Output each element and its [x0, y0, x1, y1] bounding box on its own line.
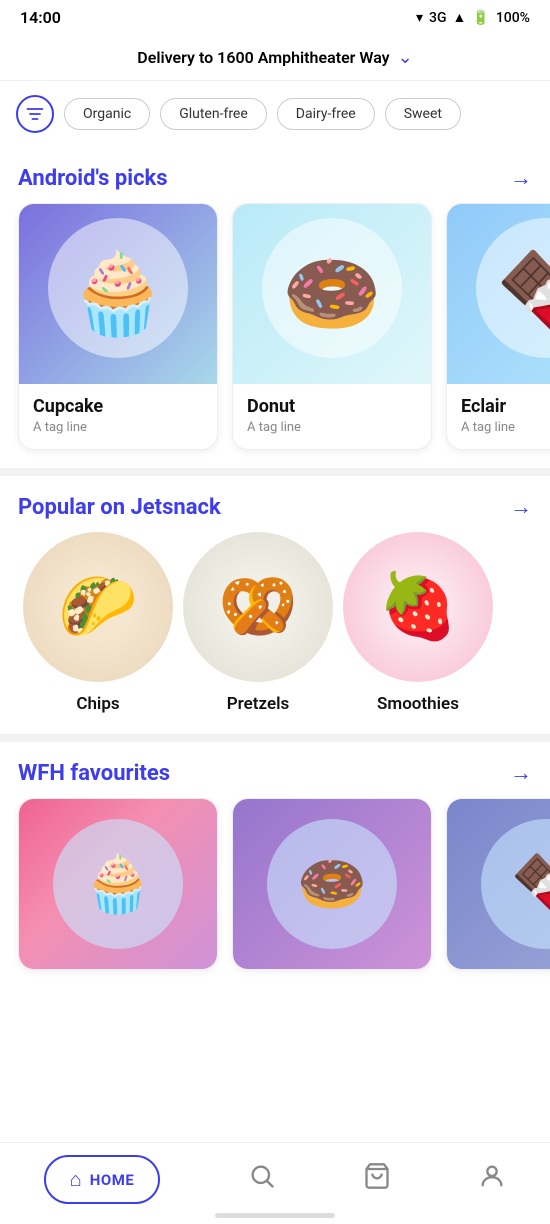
pick-card-donut-tagline: A tag line: [247, 420, 417, 435]
delivery-address: Delivery to 1600 Amphitheater Way: [137, 48, 389, 67]
chips-emoji: 🌮: [58, 575, 138, 639]
bottom-nav: ⌂ HOME: [0, 1142, 550, 1224]
filter-chip-gluten-free[interactable]: Gluten-free: [160, 98, 267, 130]
filter-chip-sweet[interactable]: Sweet: [385, 98, 461, 130]
status-bar: 14:00 ▾ 3G ▲ 🔋 100%: [0, 0, 550, 35]
filter-icon-button[interactable]: [16, 95, 54, 133]
wfh-header: WFH favourites →: [0, 742, 550, 798]
wfh-card-cupcake[interactable]: 🧁: [18, 798, 218, 970]
network-label: 3G: [429, 10, 447, 26]
popular-section: Popular on Jetsnack → 🌮 Chips 🥨 Pretzels…: [0, 476, 550, 734]
wifi-icon: ▾: [416, 10, 423, 26]
wfh-eclair-emoji: 🍫: [447, 799, 550, 969]
chevron-down-icon[interactable]: ⌄: [398, 47, 413, 68]
pick-card-eclair-tagline: A tag line: [461, 420, 550, 435]
wfh-section: WFH favourites → 🧁 🍩 🍫: [0, 742, 550, 988]
pick-card-eclair-name: Eclair: [461, 396, 550, 417]
popular-item-pretzels[interactable]: 🥨 Pretzels: [178, 532, 338, 714]
wfh-card-donut-img: 🍩: [233, 799, 431, 969]
profile-icon[interactable]: [478, 1162, 506, 1197]
popular-title: Popular on Jetsnack: [18, 495, 221, 520]
popular-items: 🌮 Chips 🥨 Pretzels 🍓 Smoothies: [0, 532, 550, 734]
pick-card-donut-img: 🍩: [233, 204, 431, 384]
wfh-arrow[interactable]: →: [510, 760, 532, 786]
wfh-card-eclair[interactable]: 🍫: [446, 798, 550, 970]
popular-arrow[interactable]: →: [510, 494, 532, 520]
filter-chip-dairy-free[interactable]: Dairy-free: [277, 98, 375, 130]
wfh-donut-emoji: 🍩: [233, 799, 431, 969]
androids-picks-title: Android's picks: [18, 166, 168, 191]
pick-card-cupcake-name: Cupcake: [33, 396, 203, 417]
pick-card-cupcake-img: 🧁: [19, 204, 217, 384]
popular-circle-smoothies: 🍓: [343, 532, 493, 682]
pick-card-donut[interactable]: 🍩 Donut A tag line: [232, 203, 432, 450]
popular-label-chips: Chips: [76, 694, 119, 714]
pick-card-cupcake[interactable]: 🧁 Cupcake A tag line: [18, 203, 218, 450]
delivery-header[interactable]: Delivery to 1600 Amphitheater Way ⌄: [0, 35, 550, 81]
search-icon[interactable]: [248, 1162, 276, 1197]
home-icon: ⌂: [70, 1167, 82, 1192]
signal-icon: ▲: [453, 9, 467, 26]
popular-label-smoothies: Smoothies: [377, 694, 459, 714]
wfh-card-cupcake-img: 🧁: [19, 799, 217, 969]
battery-icon: 🔋: [472, 10, 489, 26]
filter-chip-organic[interactable]: Organic: [64, 98, 150, 130]
section-divider-1: [0, 468, 550, 476]
popular-label-pretzels: Pretzels: [227, 694, 290, 714]
pick-card-cupcake-tagline: A tag line: [33, 420, 203, 435]
popular-circle-chips: 🌮: [23, 532, 173, 682]
wfh-title: WFH favourites: [18, 761, 170, 786]
picks-scroll: 🧁 Cupcake A tag line 🍩 Donut A tag line …: [0, 203, 550, 468]
pretzels-emoji: 🥨: [218, 575, 298, 639]
status-time: 14:00: [20, 8, 61, 27]
popular-circle-pretzels: 🥨: [183, 532, 333, 682]
wfh-cupcake-emoji: 🧁: [19, 799, 217, 969]
home-button[interactable]: ⌂ HOME: [44, 1155, 161, 1204]
filter-icon: [25, 104, 45, 124]
cart-icon[interactable]: [363, 1162, 391, 1197]
home-indicator: [215, 1213, 335, 1218]
popular-item-smoothies[interactable]: 🍓 Smoothies: [338, 532, 498, 714]
pick-card-eclair[interactable]: 🍫 Eclair A tag line: [446, 203, 550, 450]
smoothies-emoji: 🍓: [378, 575, 458, 639]
status-icons: ▾ 3G ▲ 🔋 100%: [416, 9, 530, 26]
popular-item-chips[interactable]: 🌮 Chips: [18, 532, 178, 714]
pick-card-donut-name: Donut: [247, 396, 417, 417]
wfh-card-eclair-img: 🍫: [447, 799, 550, 969]
section-divider-2: [0, 734, 550, 742]
wfh-card-donut[interactable]: 🍩: [232, 798, 432, 970]
wfh-scroll: 🧁 🍩 🍫: [0, 798, 550, 988]
battery-label: 100%: [496, 10, 530, 26]
popular-header: Popular on Jetsnack →: [0, 476, 550, 532]
filter-row: Organic Gluten-free Dairy-free Sweet: [0, 81, 550, 147]
home-label: HOME: [90, 1171, 135, 1189]
androids-picks-header: Android's picks →: [0, 147, 550, 203]
pick-card-eclair-img: 🍫: [447, 204, 550, 384]
androids-picks-arrow[interactable]: →: [510, 165, 532, 191]
